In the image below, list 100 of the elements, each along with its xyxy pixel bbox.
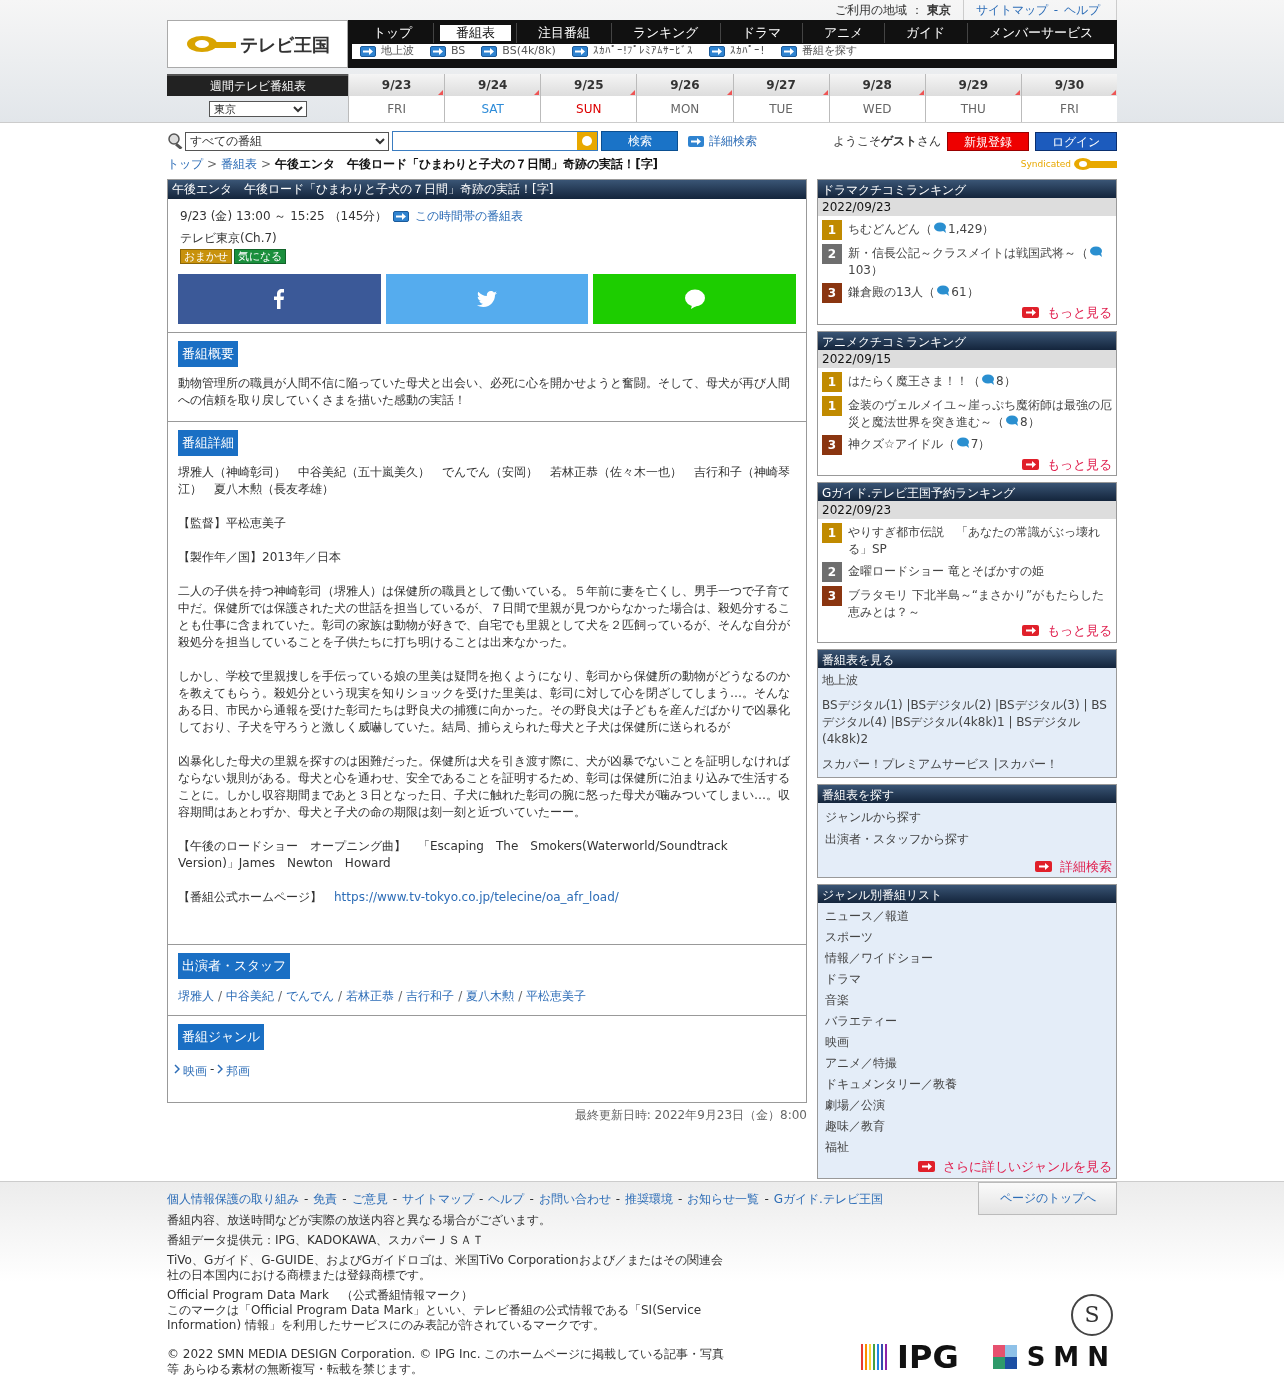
ranking-link[interactable]: ブラタモリ 下北半島～“まさかり”がもたらした恵みとは？～ bbox=[848, 586, 1112, 621]
date-tab[interactable]: 9/23 bbox=[349, 74, 445, 96]
header-link[interactable]: ヘルプ bbox=[1064, 1, 1100, 19]
nav-tab[interactable]: メンバーサービス bbox=[972, 25, 1109, 41]
cast-link[interactable]: でんでん bbox=[286, 987, 335, 1005]
login-button[interactable]: ログイン bbox=[1035, 131, 1117, 151]
weekday-link[interactable]: FRI bbox=[1021, 96, 1117, 122]
footer-link[interactable]: 推奨環境 bbox=[625, 1189, 674, 1208]
more-link[interactable]: もっと見る bbox=[1047, 303, 1112, 323]
genre-link[interactable]: ドキュメンタリー／教養 bbox=[825, 1076, 1109, 1092]
timetable-link[interactable]: この時間帯の番組表 bbox=[415, 207, 524, 225]
genre-link[interactable]: バラエティー bbox=[825, 1013, 1109, 1029]
category-select[interactable]: すべての番組 bbox=[185, 131, 389, 151]
genre-link[interactable]: ドラマ bbox=[825, 971, 1109, 987]
channel-links[interactable]: スカパー！プレミアムサービス |スカパー！ bbox=[822, 755, 1112, 773]
cast-link[interactable]: 平松恵美子 bbox=[526, 987, 587, 1005]
footer-link[interactable]: Gガイド.テレビ王国 bbox=[773, 1189, 883, 1208]
footer-link[interactable]: ご意見 bbox=[351, 1189, 388, 1208]
genre-link[interactable]: 音楽 bbox=[825, 992, 1109, 1008]
cast-link[interactable]: 堺雅人 bbox=[178, 987, 214, 1005]
genre-link[interactable]: 劇場／公演 bbox=[825, 1097, 1109, 1113]
ranking-link[interactable]: はたらく魔王さま！！（ 8） bbox=[848, 371, 1016, 390]
nav-tab[interactable]: 注目番組 bbox=[521, 25, 606, 41]
weekday-link[interactable]: FRI bbox=[349, 96, 445, 122]
nav-tab[interactable]: ガイド bbox=[890, 25, 962, 41]
page-top-button[interactable]: ページのトップへ bbox=[978, 1181, 1117, 1215]
subnav-link[interactable]: 番組を探す bbox=[801, 43, 857, 60]
genre-link[interactable]: 映画 bbox=[183, 1062, 207, 1080]
line-button[interactable] bbox=[593, 274, 796, 324]
more-link[interactable]: 詳細検索 bbox=[1060, 856, 1112, 876]
nav-tab[interactable]: 番組表 bbox=[439, 25, 511, 41]
genre-link[interactable]: 趣味／教育 bbox=[825, 1118, 1109, 1134]
ranking-link[interactable]: 鎌倉殿の13人（ 61） bbox=[848, 283, 979, 301]
breadcrumb-link[interactable]: 番組表 bbox=[221, 155, 258, 173]
subnav-link[interactable]: 地上波 bbox=[381, 43, 414, 60]
genre-link[interactable]: 映画 bbox=[825, 1034, 1109, 1050]
footer-link[interactable]: 免責 bbox=[313, 1189, 338, 1208]
register-button[interactable]: 新規登録 bbox=[947, 131, 1029, 151]
genre-link[interactable]: 情報／ワイドショー bbox=[825, 950, 1109, 966]
ranking-link[interactable]: 金曜ロードショー 竜とそばかすの姫 bbox=[848, 562, 1044, 580]
weekday-link[interactable]: WED bbox=[829, 96, 925, 122]
date-tab[interactable]: 9/24 bbox=[445, 74, 541, 96]
subnav-link[interactable]: ｽｶﾊﾟｰ! bbox=[730, 43, 765, 60]
date-tab[interactable]: 9/25 bbox=[541, 74, 637, 96]
search-field[interactable] bbox=[392, 131, 598, 151]
subnav-link[interactable]: BS(4k/8k) bbox=[502, 43, 556, 60]
channel-links[interactable]: 地上波 bbox=[822, 671, 1112, 689]
search-link[interactable]: 出演者・スタッフから探す bbox=[825, 830, 1109, 847]
weekday-link[interactable]: THU bbox=[925, 96, 1021, 122]
search-link[interactable]: ジャンルから探す bbox=[825, 808, 1109, 825]
weekday-link[interactable]: MON bbox=[637, 96, 733, 122]
color-bars-icon bbox=[861, 1343, 889, 1370]
cast-link[interactable]: 中谷美紀 bbox=[226, 987, 275, 1005]
footer-link[interactable]: サイトマップ bbox=[402, 1189, 475, 1208]
subnav-link[interactable]: ｽｶﾊﾟｰ!ﾌﾟﾚﾐｱﾑｻｰﾋﾞｽ bbox=[592, 43, 694, 60]
weekday-link[interactable]: SAT bbox=[445, 96, 541, 122]
footer-link[interactable]: お問い合わせ bbox=[538, 1189, 611, 1208]
cast-link[interactable]: 夏八木勲 bbox=[466, 987, 515, 1005]
paragraph: 【製作年／国】2013年／日本 bbox=[178, 549, 342, 566]
footer-link[interactable]: 個人情報保護の取り組み bbox=[167, 1189, 299, 1208]
ranking-link[interactable]: ちむどんどん（ 1,429） bbox=[848, 220, 995, 238]
cast-link[interactable]: 若林正恭 bbox=[346, 987, 395, 1005]
more-link[interactable]: もっと見る bbox=[1047, 621, 1112, 641]
nav-tab[interactable]: ランキング bbox=[617, 25, 715, 41]
date-tab[interactable]: 9/26 bbox=[637, 74, 733, 96]
ranking-link[interactable]: 新・信長公記～クラスメイトは戦国武将～（ 103） bbox=[848, 244, 1112, 279]
date-tab[interactable]: 9/30 bbox=[1021, 74, 1117, 96]
nav-tab[interactable]: トップ bbox=[357, 25, 429, 41]
advanced-search-link[interactable]: 詳細検索 bbox=[709, 132, 757, 150]
breadcrumb-link[interactable]: トップ bbox=[167, 155, 203, 173]
date-tab[interactable]: 9/29 bbox=[925, 74, 1021, 96]
paragraph: 堺雅人（神崎彰司） 中谷美紀（五十嵐美久） でんでん（安岡） 若林正恭（佐々木一也） 吉行和子（神崎琴江） 夏八木勲（長友孝雄） bbox=[178, 464, 791, 498]
genre-link[interactable]: ニュース／報道 bbox=[825, 908, 1109, 924]
ranking-link[interactable]: 神クズ☆アイドル（ 7） bbox=[848, 434, 991, 453]
tag-button[interactable]: 気になる bbox=[234, 249, 286, 264]
genre-link[interactable]: 福祉 bbox=[825, 1139, 1109, 1155]
website-link[interactable]: https://www.tv-tokyo.co.jp/telecine/oa_afr_load/ bbox=[334, 889, 619, 906]
genre-link[interactable]: スポーツ bbox=[825, 929, 1109, 945]
footer-link[interactable]: ヘルプ bbox=[488, 1189, 525, 1208]
footer-link[interactable]: お知らせ一覧 bbox=[687, 1189, 760, 1208]
ranking-link[interactable]: 金装のヴェルメイユ～崖っぷち魔術師は最強の厄災と魔法世界を突き進む～（ 8） bbox=[848, 395, 1112, 431]
genre-link[interactable]: アニメ／特撮 bbox=[825, 1055, 1109, 1071]
twitter-button[interactable] bbox=[385, 274, 589, 324]
search-button[interactable]: 検索 bbox=[601, 131, 678, 151]
genre-link[interactable]: 邦画 bbox=[226, 1062, 251, 1080]
weekday-link[interactable]: SUN bbox=[541, 96, 637, 122]
nav-tab[interactable]: ドラマ bbox=[725, 25, 797, 41]
weekday-link[interactable]: TUE bbox=[733, 96, 829, 122]
more-link[interactable]: もっと見る bbox=[1047, 454, 1112, 474]
date-tab[interactable]: 9/27 bbox=[733, 74, 829, 96]
ranking-link[interactable]: やりすぎ都市伝説 「あなたの常識がぶっ壊れる」SP bbox=[848, 523, 1112, 558]
region-select[interactable]: 東京 bbox=[208, 101, 307, 117]
header-link[interactable]: サイトマップ bbox=[975, 1, 1048, 19]
more-link[interactable]: さらに詳しいジャンルを見る bbox=[943, 1157, 1112, 1177]
cast-link[interactable]: 吉行和子 bbox=[406, 987, 455, 1005]
date-tab[interactable]: 9/28 bbox=[829, 74, 925, 96]
subnav-link[interactable]: BS bbox=[451, 43, 466, 60]
separator-text: - bbox=[678, 1190, 683, 1208]
nav-tab[interactable]: アニメ bbox=[808, 25, 880, 41]
channel-links[interactable]: BSデジタル(1) |BSデジタル(2) |BSデジタル(3) | BSデジタル(4) |BSデジタル(4k8k)1 | BSデジタル(4k8k)2 bbox=[822, 696, 1112, 748]
